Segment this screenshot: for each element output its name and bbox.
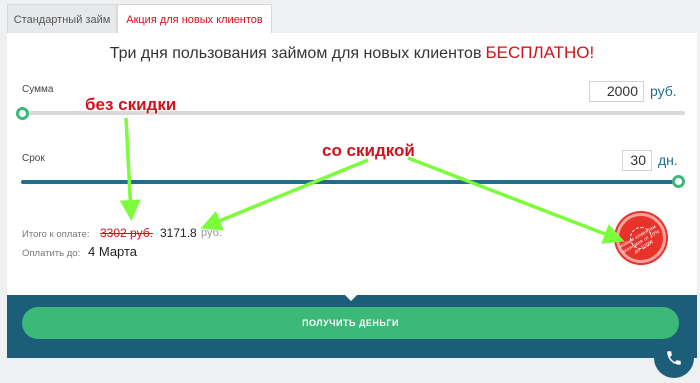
phone-icon [667, 351, 681, 365]
price-unit: руб. [201, 227, 222, 239]
loan-calculator: Три дня пользования займом для новых кли… [7, 33, 697, 295]
discounted-price: 3171.8 [160, 226, 197, 240]
term-slider-handle[interactable] [672, 175, 685, 188]
headline-text: Три дня пользования займом для новых кли… [109, 45, 482, 62]
headline-free: БЕСПЛАТНО! [485, 43, 595, 62]
callback-button[interactable] [654, 338, 694, 378]
footer-notch [345, 295, 357, 301]
term-label: Срок [22, 153, 45, 164]
sum-label: Сумма [22, 84, 54, 95]
discount-stamp: новым клиентам экономия от 10% до 100% [616, 213, 666, 263]
promo-headline: Три дня пользования займом для новых кли… [7, 43, 697, 63]
total-label: Итого к оплате: [22, 229, 90, 240]
annotation-with-discount: со скидкой [322, 141, 415, 160]
term-unit: дн. [658, 152, 678, 168]
term-input[interactable]: 30 [622, 150, 652, 171]
old-price: 3302 руб. [100, 226, 153, 240]
tab-new-clients-promo[interactable]: Акция для новых клиентов [117, 4, 272, 34]
pay-until-date: 4 Марта [88, 244, 138, 259]
tab-standard-loan[interactable]: Стандартный займ [7, 4, 117, 34]
pay-until-label: Оплатить до: [22, 248, 81, 259]
sum-unit: руб. [650, 83, 677, 99]
sum-input[interactable]: 2000 [589, 81, 644, 102]
sum-slider-handle[interactable] [16, 107, 29, 120]
footer-bar: ПОЛУЧИТЬ ДЕНЬГИ [7, 295, 697, 358]
get-money-button[interactable]: ПОЛУЧИТЬ ДЕНЬГИ [22, 307, 679, 339]
annotation-no-discount: без скидки [85, 95, 177, 114]
term-slider-track[interactable] [21, 180, 679, 184]
